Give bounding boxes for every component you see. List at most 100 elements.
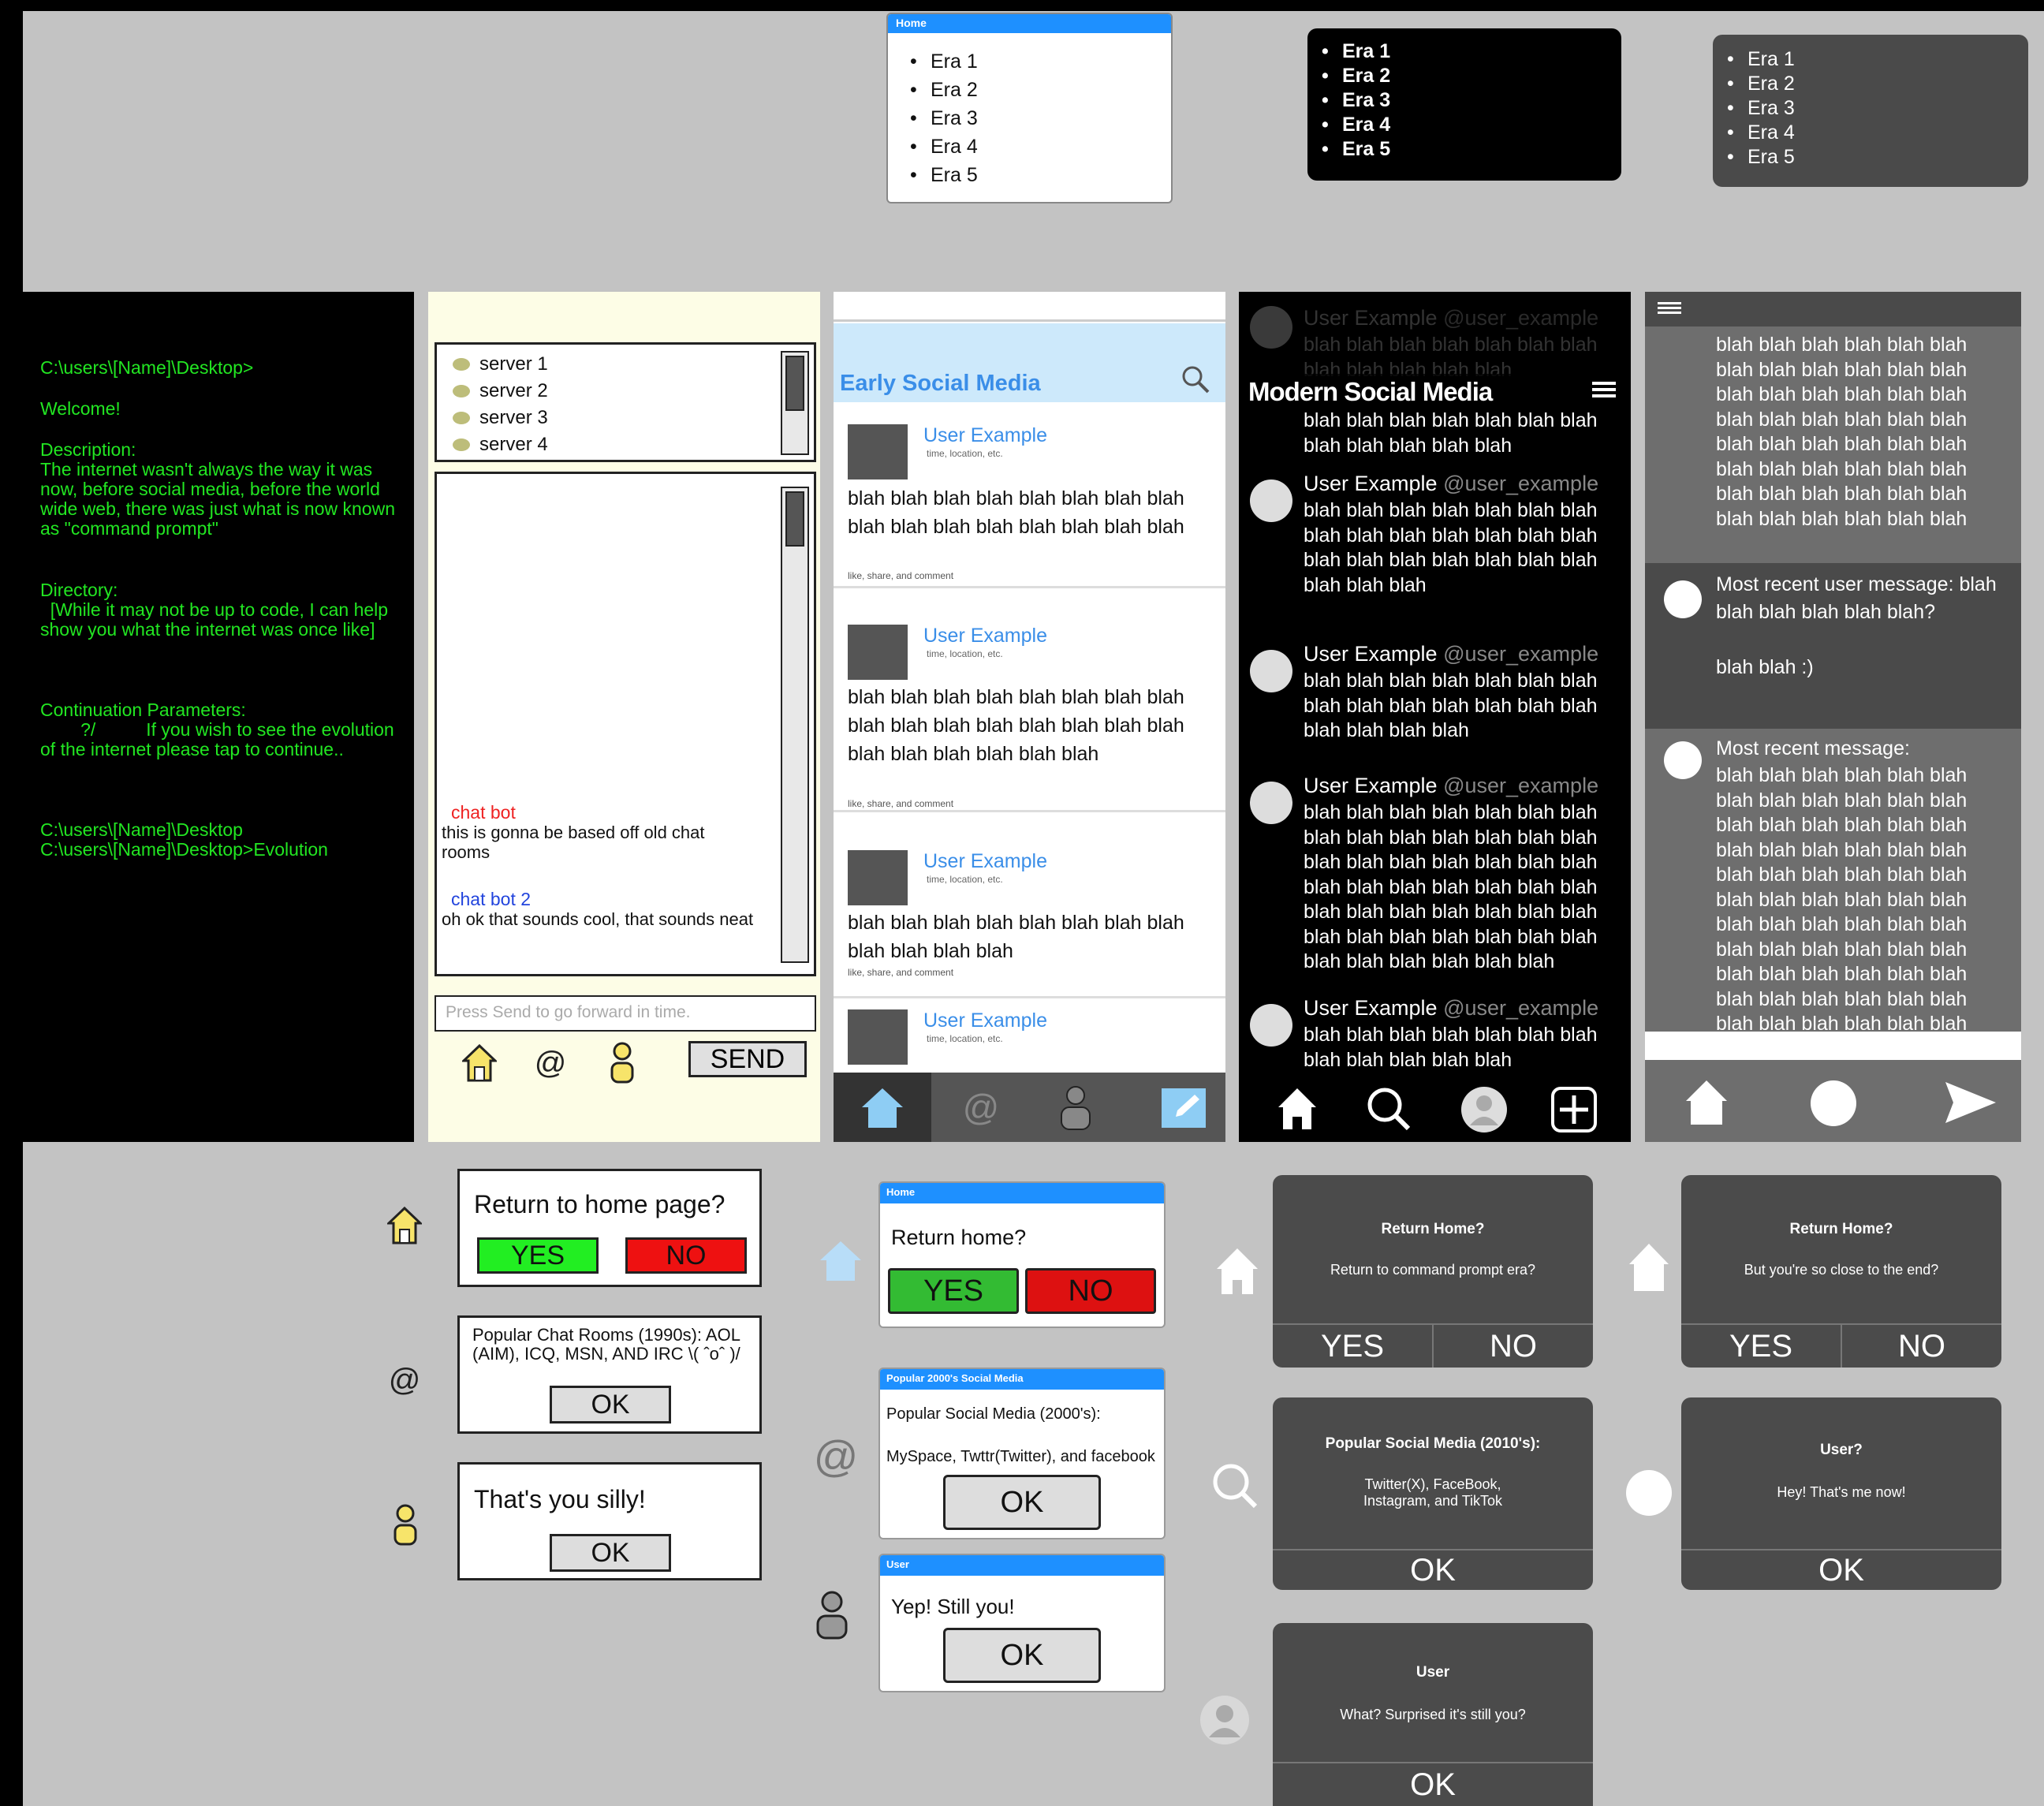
user-icon[interactable] xyxy=(606,1039,638,1087)
post-username[interactable]: User Example xyxy=(923,424,1047,447)
yes-button[interactable]: YES xyxy=(1273,1325,1432,1368)
scrollbar[interactable] xyxy=(781,351,809,455)
ok-button[interactable]: OK xyxy=(1273,1550,1593,1590)
ok-button[interactable]: OK xyxy=(943,1475,1101,1530)
era-item[interactable]: Era 3 xyxy=(1721,96,2028,121)
post-actions[interactable]: like, share, and comment xyxy=(848,798,953,809)
ok-button[interactable]: OK xyxy=(550,1534,671,1572)
post-username[interactable]: User Example @user_example xyxy=(1304,472,1598,496)
post-username[interactable]: User Example xyxy=(923,625,1047,647)
app-title: Early Social Media xyxy=(840,371,1041,396)
menu-icon[interactable] xyxy=(1592,379,1616,401)
ok-button[interactable]: OK xyxy=(1273,1763,1593,1806)
no-button[interactable]: NO xyxy=(1025,1268,1156,1314)
scrollbar[interactable] xyxy=(781,487,809,963)
ok-button[interactable]: OK xyxy=(943,1628,1101,1683)
chat-room-screen: server 1 server 2 server 3 server 4 chat… xyxy=(428,292,820,1142)
home-icon[interactable] xyxy=(385,1203,424,1248)
post-username[interactable]: User Example @user_example xyxy=(1304,996,1598,1021)
menu-icon[interactable] xyxy=(1658,300,1681,316)
send-button[interactable]: SEND xyxy=(688,1041,807,1077)
era-menu-black: Era 1 Era 2 Era 3 Era 4 Era 5 xyxy=(1307,28,1621,181)
home-icon[interactable] xyxy=(460,1041,499,1085)
post-meta: time, location, etc. xyxy=(927,448,1003,459)
home-icon[interactable] xyxy=(1626,1241,1672,1293)
welcome-text: Welcome! xyxy=(40,398,121,419)
post-card[interactable]: User Example time, location, etc. xyxy=(834,1000,1225,1079)
dialog-message: Hey! That's me now! xyxy=(1777,1484,1906,1500)
user-message-row[interactable]: Most recent user message: blah blah blah… xyxy=(1645,563,2021,729)
era-item[interactable]: Era 1 xyxy=(1721,47,2028,72)
search-icon[interactable] xyxy=(1365,1085,1412,1132)
era-item[interactable]: Era 1 xyxy=(904,47,1171,76)
no-button[interactable]: NO xyxy=(625,1237,747,1274)
user-icon[interactable] xyxy=(1056,1082,1095,1132)
user-icon[interactable] xyxy=(812,1588,852,1640)
era-item[interactable]: Era 1 xyxy=(1315,39,1621,64)
message-input[interactable] xyxy=(1645,1032,2021,1060)
search-icon[interactable] xyxy=(1181,364,1210,398)
era-item[interactable]: Era 4 xyxy=(904,132,1171,161)
avatar xyxy=(848,850,908,905)
search-icon[interactable] xyxy=(1210,1461,1260,1511)
at-icon[interactable]: @ xyxy=(531,1041,570,1085)
profile-icon[interactable] xyxy=(1811,1080,1856,1126)
at-icon[interactable]: @ xyxy=(812,1431,860,1481)
faded-username: User Example @user_example xyxy=(1304,306,1599,330)
yes-button[interactable]: YES xyxy=(477,1237,599,1274)
era-menu-light: Home Era 1 Era 2 Era 3 Era 4 Era 5 xyxy=(886,13,1173,203)
home-icon[interactable] xyxy=(1683,1079,1730,1126)
ok-button[interactable]: OK xyxy=(1681,1550,2001,1590)
no-button[interactable]: NO xyxy=(1841,1325,2001,1368)
at-icon[interactable]: @ xyxy=(385,1358,424,1402)
send-icon[interactable] xyxy=(1943,1079,1998,1126)
recent-message-row[interactable]: Most recent message: blah blah blah blah… xyxy=(1645,729,2021,1073)
yes-button[interactable]: YES xyxy=(888,1268,1019,1314)
compose-icon[interactable] xyxy=(1158,1084,1209,1131)
era-item[interactable]: Era 4 xyxy=(1315,113,1621,137)
era-item[interactable]: Era 2 xyxy=(1315,64,1621,88)
home-icon[interactable] xyxy=(857,1084,908,1131)
post-card[interactable]: User Example time, location, etc. blah b… xyxy=(834,615,1225,812)
server-item[interactable]: server 3 xyxy=(437,405,814,431)
profile-icon[interactable] xyxy=(1626,1470,1672,1516)
dialog-title: User? xyxy=(1820,1442,1863,1458)
post-card[interactable]: User Example time, location, etc. blah b… xyxy=(834,841,1225,998)
ok-button[interactable]: OK xyxy=(550,1386,671,1424)
server-list[interactable]: server 1 server 2 server 3 server 4 xyxy=(435,342,816,462)
era-item[interactable]: Era 2 xyxy=(1721,72,2028,96)
server-item[interactable]: server 1 xyxy=(437,351,814,378)
profile-icon[interactable] xyxy=(1460,1085,1509,1134)
post-username[interactable]: User Example xyxy=(923,1009,1047,1032)
profile-icon[interactable] xyxy=(1199,1694,1251,1746)
home-icon[interactable] xyxy=(815,1237,866,1284)
era-item[interactable]: Era 4 xyxy=(1721,121,2028,145)
user-icon[interactable] xyxy=(390,1502,421,1549)
era-item[interactable]: Era 3 xyxy=(904,104,1171,132)
home-icon[interactable] xyxy=(1274,1085,1321,1132)
post-actions[interactable]: like, share, and comment xyxy=(848,967,953,978)
server-item[interactable]: server 4 xyxy=(437,431,814,458)
top-bar xyxy=(1645,292,2021,326)
post-username[interactable]: User Example @user_example xyxy=(1304,774,1598,798)
no-button[interactable]: NO xyxy=(1432,1325,1593,1368)
era-item[interactable]: Era 5 xyxy=(1315,137,1621,162)
post-username[interactable]: User Example xyxy=(923,850,1047,873)
command-prompt-screen[interactable]: C:\users\[Name]\Desktop> Welcome! Descri… xyxy=(23,292,414,1142)
time-travel-input[interactable]: Press Send to go forward in time. xyxy=(435,995,816,1032)
post-username[interactable]: User Example @user_example xyxy=(1304,642,1598,666)
app-title: Modern Social Media xyxy=(1248,377,1493,406)
home-icon[interactable] xyxy=(1213,1246,1262,1297)
post-actions[interactable]: like, share, and comment xyxy=(848,570,953,581)
add-post-icon[interactable] xyxy=(1550,1085,1598,1134)
post-card[interactable]: User Example time, location, etc. blah b… xyxy=(834,415,1225,588)
yes-button[interactable]: YES xyxy=(1681,1325,1841,1368)
dialog-question: Return to home page? xyxy=(474,1190,725,1218)
era-item[interactable]: Era 3 xyxy=(1315,88,1621,113)
era-item[interactable]: Era 2 xyxy=(904,76,1171,104)
era-item[interactable]: Era 5 xyxy=(1721,145,2028,170)
dialog-message: Twitter(X), FaceBook, Instagram, and Tik… xyxy=(1363,1476,1503,1509)
era-item[interactable]: Era 5 xyxy=(904,161,1171,189)
at-icon[interactable]: @ xyxy=(956,1084,1006,1131)
server-item[interactable]: server 2 xyxy=(437,378,814,405)
